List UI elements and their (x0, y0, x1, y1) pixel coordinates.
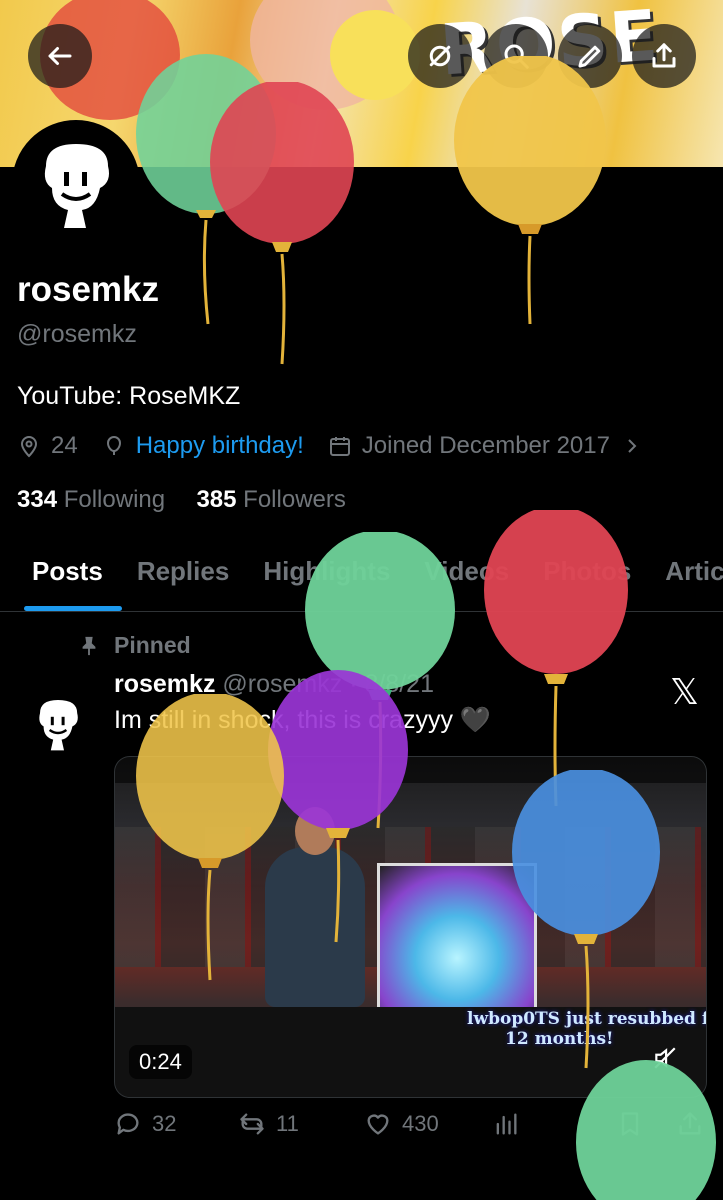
birthday-item: Happy birthday! (102, 432, 304, 460)
followers-count: 385 (196, 486, 237, 513)
post-text-body: Im still in shock, this is crazyyy (114, 706, 453, 734)
slash-circle-icon (429, 45, 451, 67)
like-button[interactable]: 430 (364, 1110, 439, 1138)
avatar-drawing (44, 144, 109, 228)
banner-shape (330, 10, 420, 100)
stream-overlay-bar (115, 757, 706, 783)
post-video[interactable]: lwbop0TS just resubbed for 12 months! 0:… (114, 756, 707, 1098)
chevron-right-icon (628, 439, 637, 453)
bookmark-icon (621, 1112, 639, 1136)
share-button[interactable] (632, 24, 696, 88)
share-post-button[interactable] (676, 1110, 704, 1138)
search-icon (504, 44, 529, 69)
post-text: Im still in shock, this is crazyyy 🖤 (114, 706, 492, 735)
pinned-indicator: Pinned (78, 632, 191, 659)
followers-link[interactable]: 385 Followers (196, 486, 345, 513)
arrow-left-icon (48, 47, 72, 65)
location-item: 24 (17, 432, 78, 460)
tab-highlights[interactable]: Highlights (246, 548, 407, 611)
resub-text: lwbop0TS just resubbed for (467, 1009, 707, 1029)
calendar-icon (329, 437, 350, 456)
profile-avatar[interactable] (12, 120, 140, 248)
tab-photos[interactable]: Photos (526, 548, 648, 611)
analytics-icon (496, 1113, 517, 1135)
reply-button[interactable]: 32 (114, 1110, 176, 1138)
grok-button[interactable] (408, 24, 472, 88)
tab-articles[interactable]: Articles (648, 548, 723, 611)
post-meta: @rosemkz · 8/8/21 (222, 670, 434, 698)
views-button[interactable] (492, 1110, 520, 1138)
pencil-icon (578, 45, 601, 68)
repost-count: 11 (276, 1111, 299, 1136)
post-avatar[interactable] (22, 688, 94, 760)
reply-count: 32 (152, 1111, 177, 1136)
tab-posts[interactable]: Posts (0, 548, 122, 611)
search-button[interactable] (484, 24, 548, 88)
profile-meta: 24 Happy birthday! Joined December 2017 (17, 432, 668, 460)
repost-icon (240, 1113, 264, 1135)
avatar-drawing (39, 700, 78, 751)
share-icon (652, 43, 676, 68)
x-logo-icon: 𝕏 (670, 672, 700, 713)
following-link[interactable]: 334 Following (17, 486, 165, 513)
follow-counts: 334 Following 385 Followers (17, 486, 346, 514)
tab-videos[interactable]: Videos (407, 548, 526, 611)
edit-button[interactable] (558, 24, 622, 88)
pin-icon (82, 636, 96, 655)
heart-icon (367, 1114, 389, 1135)
joined-text: Joined December 2017 (361, 432, 610, 459)
resub-overlay: lwbop0TS just resubbed for 12 months! (467, 1009, 707, 1049)
mute-icon[interactable] (652, 1045, 678, 1071)
profile-handle: @rosemkz (17, 320, 137, 348)
video-person (265, 807, 365, 1007)
following-label: Following (63, 486, 166, 513)
reply-icon (117, 1113, 139, 1135)
location-text: 24 (51, 432, 78, 459)
post-header: rosemkz @rosemkz · 8/8/21 (114, 670, 434, 699)
balloon-icon (106, 435, 121, 455)
joined-item[interactable]: Joined December 2017 (328, 432, 644, 460)
birthday-link[interactable]: Happy birthday! (136, 432, 304, 460)
repost-button[interactable]: 11 (238, 1110, 299, 1138)
bookmark-button[interactable] (616, 1110, 644, 1138)
like-count: 430 (402, 1111, 439, 1136)
following-count: 334 (17, 486, 58, 513)
video-duration: 0:24 (129, 1045, 192, 1079)
banner-text: ROSE (437, 0, 663, 92)
profile-display-name: rosemkz (17, 270, 160, 309)
share-icon (679, 1112, 701, 1135)
followers-label: Followers (243, 486, 346, 513)
location-pin-icon (20, 436, 38, 458)
profile-tabs: Posts Replies Highlights Videos Photos A… (0, 548, 723, 612)
tab-replies[interactable]: Replies (120, 548, 247, 611)
back-button[interactable] (28, 24, 92, 88)
black-heart-emoji: 🖤 (459, 706, 492, 735)
profile-bio: YouTube: RoseMKZ (17, 382, 241, 410)
pinned-label: Pinned (114, 632, 191, 658)
post-author[interactable]: rosemkz (114, 670, 215, 698)
post-actions: 32 11 430 (114, 1110, 714, 1150)
